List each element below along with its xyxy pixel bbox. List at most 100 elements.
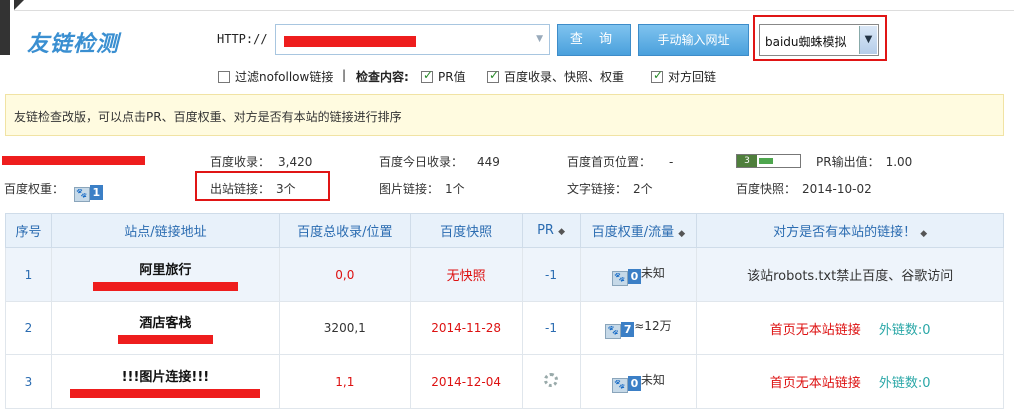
weight-badge: 7 [621, 322, 635, 337]
external-links-value: 0 [922, 376, 931, 391]
outbound-label: 出站链接： [210, 182, 271, 196]
pr-output-stat: PR输出值： 1.00 [816, 153, 912, 170]
row-pr: -1 [521, 301, 581, 355]
baidu-option-label: 百度收录、快照、权重 [504, 70, 625, 84]
col-header-index: 百度总收录/位置 [278, 213, 411, 248]
snapshot-label: 百度快照： [736, 182, 797, 196]
row-traffic: 未知 [640, 265, 665, 280]
site-url-redaction [117, 335, 213, 344]
external-links-label: 外链数: [878, 376, 923, 391]
options-separator: | [342, 68, 347, 82]
row-traffic: ≈12万 [634, 319, 672, 333]
row-site[interactable]: 酒店客栈 [50, 301, 280, 355]
image-links-stat: 图片链接： 1个 [379, 180, 465, 197]
baidu-today-stat: 百度今日收录： 449 [379, 153, 500, 170]
spider-select-value: baidu蜘蛛模拟 [765, 35, 847, 49]
spider-select[interactable]: baidu蜘蛛模拟 ▼ [759, 24, 879, 56]
pr-bar-fill [759, 158, 773, 164]
row-site[interactable]: !!!图片连接!!! [50, 354, 280, 409]
pr-bar-value: 3 [737, 155, 757, 167]
row-weight: 🐾 7 ≈12万 [579, 301, 698, 355]
row-pr: -1 [521, 247, 581, 302]
site-name[interactable]: 阿里旅行 [52, 259, 279, 278]
query-button[interactable]: 查 询 [557, 24, 631, 56]
baidu-today-value: 449 [477, 155, 500, 169]
url-redaction [284, 36, 416, 47]
table-row: 2 酒店客栈 3200,1 2014-11-28 -1 🐾 7 ≈12万 首页无本站… [5, 301, 1004, 355]
paw-icon: 🐾 [611, 270, 628, 286]
external-links-label: 外链数: [878, 322, 923, 338]
snapshot-stat: 百度快照： 2014-10-02 [736, 180, 872, 197]
loading-spinner-icon [544, 373, 559, 387]
logo-bar [0, 0, 14, 55]
col-header-weight-label: 百度权重/流量 [591, 225, 675, 240]
nofollow-option[interactable]: 过滤nofollow链接 [218, 68, 333, 85]
row-backlink: 该站robots.txt禁止百度、谷歌访问 [696, 247, 1004, 302]
baidu-option[interactable]: 百度收录、快照、权重 [487, 68, 624, 85]
weight-badge: 0 [627, 268, 641, 284]
row-backlink: 首页无本站链接 外链数:0 [696, 354, 1004, 409]
image-links-value: 1个 [445, 182, 465, 196]
row-weight: 🐾 0 未知 [579, 354, 698, 409]
col-header-site: 站点/链接地址 [50, 213, 280, 248]
row-index: 0,0 [278, 247, 411, 302]
row-snapshot[interactable]: 2014-12-04 [409, 354, 523, 409]
home-position-stat: 百度首页位置： - [567, 153, 673, 170]
pr-checkbox[interactable] [421, 68, 433, 83]
manual-input-button[interactable]: 手动输入网址 [638, 24, 749, 56]
sort-icon[interactable]: ◆ [558, 227, 565, 237]
image-links-label: 图片链接： [379, 182, 440, 196]
outbound-value: 3个 [276, 182, 296, 196]
page-logo: 友链检测 [27, 32, 120, 57]
pr-output-label: PR输出值： [816, 155, 880, 169]
sort-icon[interactable]: ◆ [678, 229, 685, 239]
notice-text: 友链检查改版，可以点击PR、百度权重、对方是否有本站的链接进行排序 [14, 110, 402, 124]
backlink-checkbox[interactable] [651, 68, 663, 83]
pr-output-value: 1.00 [885, 155, 913, 169]
home-position-value: - [669, 155, 674, 169]
nofollow-label: 过滤nofollow链接 [235, 70, 334, 84]
url-dropdown-arrow-icon[interactable]: ▼ [536, 34, 543, 44]
row-snapshot[interactable]: 无快照 [409, 247, 523, 302]
baidu-today-label: 百度今日收录： [379, 155, 464, 169]
chevron-down-icon[interactable]: ▼ [859, 26, 877, 54]
backlink-option-label: 对方回链 [668, 70, 717, 84]
pr-bar: 3 [736, 154, 801, 168]
baidu-index-value: 3,420 [278, 155, 313, 169]
header-divider [14, 10, 1014, 11]
row-no: 3 [5, 354, 52, 409]
col-header-backlink-label: 对方是否有本站的链接！ [773, 225, 917, 240]
check-content-label: 检查内容: [356, 70, 409, 84]
col-header-weight[interactable]: 百度权重/流量 ◆ [579, 213, 698, 248]
site-url-redaction [70, 388, 261, 398]
notice-banner: 友链检查改版，可以点击PR、百度权重、对方是否有本站的链接进行排序 [5, 94, 1004, 136]
baidu-weight-label: 百度权重： [4, 182, 65, 196]
row-snapshot[interactable]: 2014-11-28 [409, 301, 523, 355]
pr-option[interactable]: PR值 [421, 68, 466, 85]
baidu-weight-stat: 百度权重： 🐾 1 [4, 180, 103, 202]
url-input[interactable]: ▼ [275, 24, 550, 55]
baidu-checkbox[interactable] [487, 68, 499, 83]
row-backlink: 首页无本站链接 外链数:0 [696, 301, 1004, 355]
row-index: 3200,1 [278, 301, 411, 355]
row-traffic: 未知 [640, 372, 665, 387]
site-name[interactable]: !!!图片连接!!! [52, 366, 279, 385]
table-row: 1 阿里旅行 0,0 无快照 -1 🐾 0 未知 该站robots.txt禁止百度、… [5, 247, 1004, 302]
nofollow-checkbox[interactable] [218, 71, 230, 83]
paw-icon: 🐾 [73, 187, 90, 202]
row-pr [521, 354, 581, 409]
backlink-option[interactable]: 对方回链 [651, 68, 716, 85]
row-index: 1,1 [278, 354, 411, 409]
site-name[interactable]: 酒店客栈 [52, 312, 279, 331]
baidu-weight-badge: 1 [89, 185, 103, 200]
links-table: 序号 站点/链接地址 百度总收录/位置 百度快照 PR ◆ 百度权重/流量 ◆ … [5, 213, 1004, 409]
row-site[interactable]: 阿里旅行 [50, 247, 280, 302]
col-header-backlink[interactable]: 对方是否有本站的链接！ ◆ [696, 213, 1004, 248]
backlink-status: 首页无本站链接 [769, 376, 861, 391]
sort-icon[interactable]: ◆ [920, 229, 927, 239]
baidu-index-label: 百度收录： [210, 155, 271, 169]
http-label: HTTP:// [217, 32, 268, 46]
table-row: 3 !!!图片连接!!! 1,1 2014-12-04 🐾 0 未知 首页无本站链接… [5, 354, 1004, 409]
col-header-pr[interactable]: PR ◆ [521, 213, 581, 248]
text-links-value: 2个 [633, 182, 653, 196]
